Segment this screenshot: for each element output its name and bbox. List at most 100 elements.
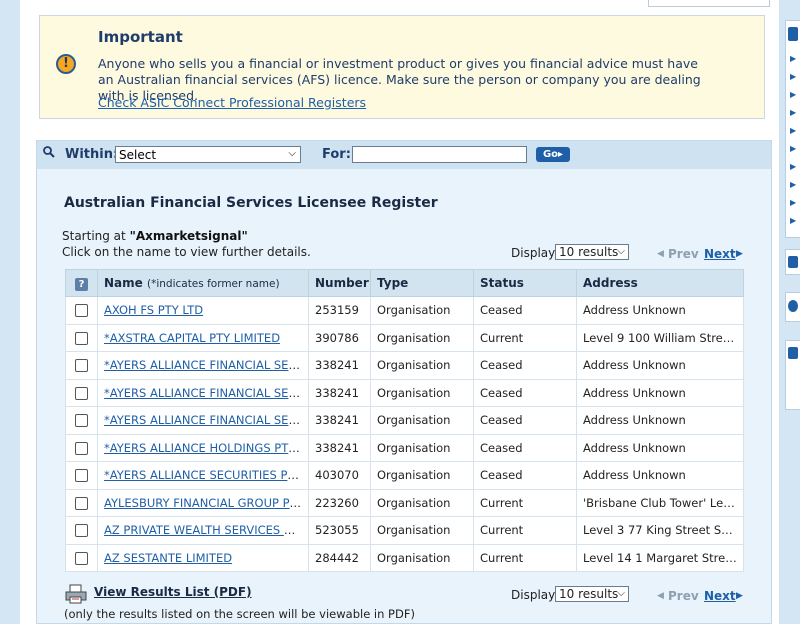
- address-cell: Address Unknown: [576, 406, 744, 435]
- address-cell: Address Unknown: [576, 296, 744, 325]
- help-header[interactable]: ?: [65, 269, 98, 297]
- table-row: *AXSTRA CAPITAL PTY LIMITED 390786 Organ…: [65, 323, 744, 352]
- next-arrow-icon: ▶: [736, 591, 743, 601]
- licensee-name-link[interactable]: *AYERS ALLIANCE FINANCIAL SERVI...: [104, 386, 308, 400]
- register-panel: Within: Select ⌵ For: Go▸ Australian Fin…: [36, 140, 772, 624]
- column-header-number[interactable]: Number: [308, 269, 371, 297]
- row-checkbox[interactable]: [75, 551, 88, 565]
- licensee-name-link[interactable]: AYLESBURY FINANCIAL GROUP PTY L...: [104, 496, 308, 510]
- table-row: *AYERS ALLIANCE SECURITIES PTY L... 4030…: [65, 461, 744, 490]
- status-cell: Current: [473, 516, 577, 545]
- name-cell: AZ SESTANTE LIMITED: [97, 543, 309, 572]
- table-header-row: ? Name (*indicates former name) Number T…: [65, 269, 744, 297]
- row-checkbox-cell: [65, 543, 98, 572]
- name-cell: *AYERS ALLIANCE FINANCIAL SERVI...: [97, 378, 309, 407]
- search-input[interactable]: [352, 146, 527, 163]
- within-select[interactable]: Select ⌵: [115, 146, 301, 163]
- table-row: AZ PRIVATE WEALTH SERVICES PTY L... 5230…: [65, 516, 744, 545]
- name-cell: AZ PRIVATE WEALTH SERVICES PTY L...: [97, 516, 309, 545]
- type-cell: Organisation: [370, 488, 474, 517]
- address-cell: Level 9 100 William Street ...: [576, 323, 744, 352]
- type-cell: Organisation: [370, 296, 474, 325]
- row-checkbox[interactable]: [75, 469, 88, 483]
- licensee-name-link[interactable]: AZ SESTANTE LIMITED: [104, 551, 232, 565]
- column-header-status[interactable]: Status: [473, 269, 577, 297]
- licensee-name-link[interactable]: *AYERS ALLIANCE FINANCIAL SERVI...: [104, 358, 308, 372]
- row-checkbox[interactable]: [75, 304, 88, 318]
- licensee-name-link[interactable]: AZ PRIVATE WEALTH SERVICES PTY L...: [104, 523, 308, 537]
- address-cell: 'Brisbane Club Tower' Level...: [576, 488, 744, 517]
- display-label-top: Display: [511, 246, 556, 260]
- licensee-name-link[interactable]: *AYERS ALLIANCE SECURITIES PTY L...: [104, 468, 308, 482]
- address-cell: Address Unknown: [576, 378, 744, 407]
- chevron-down-icon: ⌵: [617, 246, 625, 257]
- display-select-bottom[interactable]: 10 results ⌵: [555, 586, 629, 602]
- number-cell: 253159: [308, 296, 371, 325]
- row-checkbox[interactable]: [75, 441, 88, 455]
- table-row: *AYERS ALLIANCE HOLDINGS PTY LI... 33824…: [65, 433, 744, 462]
- click-hint: Click on the name to view further detail…: [62, 245, 311, 259]
- sidebar-box-2[interactable]: [785, 249, 800, 275]
- view-pdf-link[interactable]: View Results List (PDF): [94, 585, 252, 599]
- left-margin: [0, 0, 20, 624]
- column-header-name[interactable]: Name (*indicates former name): [97, 269, 309, 297]
- address-cell: Level 14 1 Margaret Street ...: [576, 543, 744, 572]
- check-registers-link[interactable]: Check ASIC Connect Professional Register…: [98, 95, 366, 110]
- next-link-top[interactable]: Next: [704, 247, 736, 261]
- number-cell: 338241: [308, 378, 371, 407]
- within-select-value: Select: [119, 148, 157, 162]
- name-header-label: Name: [104, 276, 143, 290]
- licensee-name-link[interactable]: AXOH FS PTY LTD: [104, 303, 203, 317]
- help-icon[interactable]: ?: [75, 277, 88, 291]
- type-cell: Organisation: [370, 516, 474, 545]
- name-cell: *AYERS ALLIANCE HOLDINGS PTY LI...: [97, 433, 309, 462]
- number-cell: 390786: [308, 323, 371, 352]
- number-cell: 338241: [308, 351, 371, 380]
- prev-arrow-icon: ◀: [657, 249, 664, 259]
- status-cell: Ceased: [473, 461, 577, 490]
- licensee-name-link[interactable]: *AYERS ALLIANCE FINANCIAL SERVI...: [104, 413, 308, 427]
- address-cell: Address Unknown: [576, 351, 744, 380]
- type-cell: Organisation: [370, 323, 474, 352]
- starting-prefix: Starting at: [62, 229, 130, 243]
- name-header-note: (*indicates former name): [146, 278, 280, 290]
- sidebar-box-4[interactable]: [785, 340, 800, 410]
- licensee-name-link[interactable]: *AXSTRA CAPITAL PTY LIMITED: [104, 331, 280, 345]
- table-row: AXOH FS PTY LTD 253159 Organisation Ceas…: [65, 296, 744, 325]
- row-checkbox-cell: [65, 433, 98, 462]
- display-select-top[interactable]: 10 results ⌵: [555, 244, 629, 260]
- go-button[interactable]: Go▸: [536, 147, 570, 162]
- display-select-value: 10 results: [559, 587, 619, 601]
- status-cell: Current: [473, 488, 577, 517]
- important-notice: ! Important Anyone who sells you a finan…: [39, 15, 765, 119]
- pdf-print-icon[interactable]: [65, 584, 87, 604]
- sidebar-box-3[interactable]: [785, 292, 800, 322]
- prev-link-bottom[interactable]: Prev: [668, 589, 699, 603]
- row-checkbox[interactable]: [75, 524, 88, 538]
- row-checkbox-cell: [65, 406, 98, 435]
- name-cell: *AXSTRA CAPITAL PTY LIMITED: [97, 323, 309, 352]
- display-label-bottom: Display: [511, 588, 556, 602]
- row-checkbox[interactable]: [75, 414, 88, 428]
- prev-link-top[interactable]: Prev: [668, 247, 699, 261]
- licensee-name-link[interactable]: *AYERS ALLIANCE HOLDINGS PTY LI...: [104, 441, 308, 455]
- row-checkbox[interactable]: [75, 331, 88, 345]
- display-select-value: 10 results: [559, 245, 619, 259]
- name-cell: *AYERS ALLIANCE FINANCIAL SERVI...: [97, 406, 309, 435]
- row-checkbox[interactable]: [75, 359, 88, 373]
- warning-icon: !: [56, 54, 76, 74]
- row-checkbox[interactable]: [75, 496, 88, 510]
- type-cell: Organisation: [370, 433, 474, 462]
- next-link-bottom[interactable]: Next: [704, 589, 736, 603]
- column-header-type[interactable]: Type: [370, 269, 474, 297]
- type-cell: Organisation: [370, 406, 474, 435]
- row-checkbox[interactable]: [75, 386, 88, 400]
- name-cell: *AYERS ALLIANCE SECURITIES PTY L...: [97, 461, 309, 490]
- top-tab-edge: [648, 0, 770, 7]
- number-cell: 338241: [308, 433, 371, 462]
- next-arrow-icon: ▶: [736, 249, 743, 259]
- status-cell: Ceased: [473, 296, 577, 325]
- search-bar: Within: Select ⌵ For: Go▸: [37, 141, 771, 169]
- pdf-note: (only the results listed on the screen w…: [64, 607, 415, 621]
- column-header-address[interactable]: Address: [576, 269, 744, 297]
